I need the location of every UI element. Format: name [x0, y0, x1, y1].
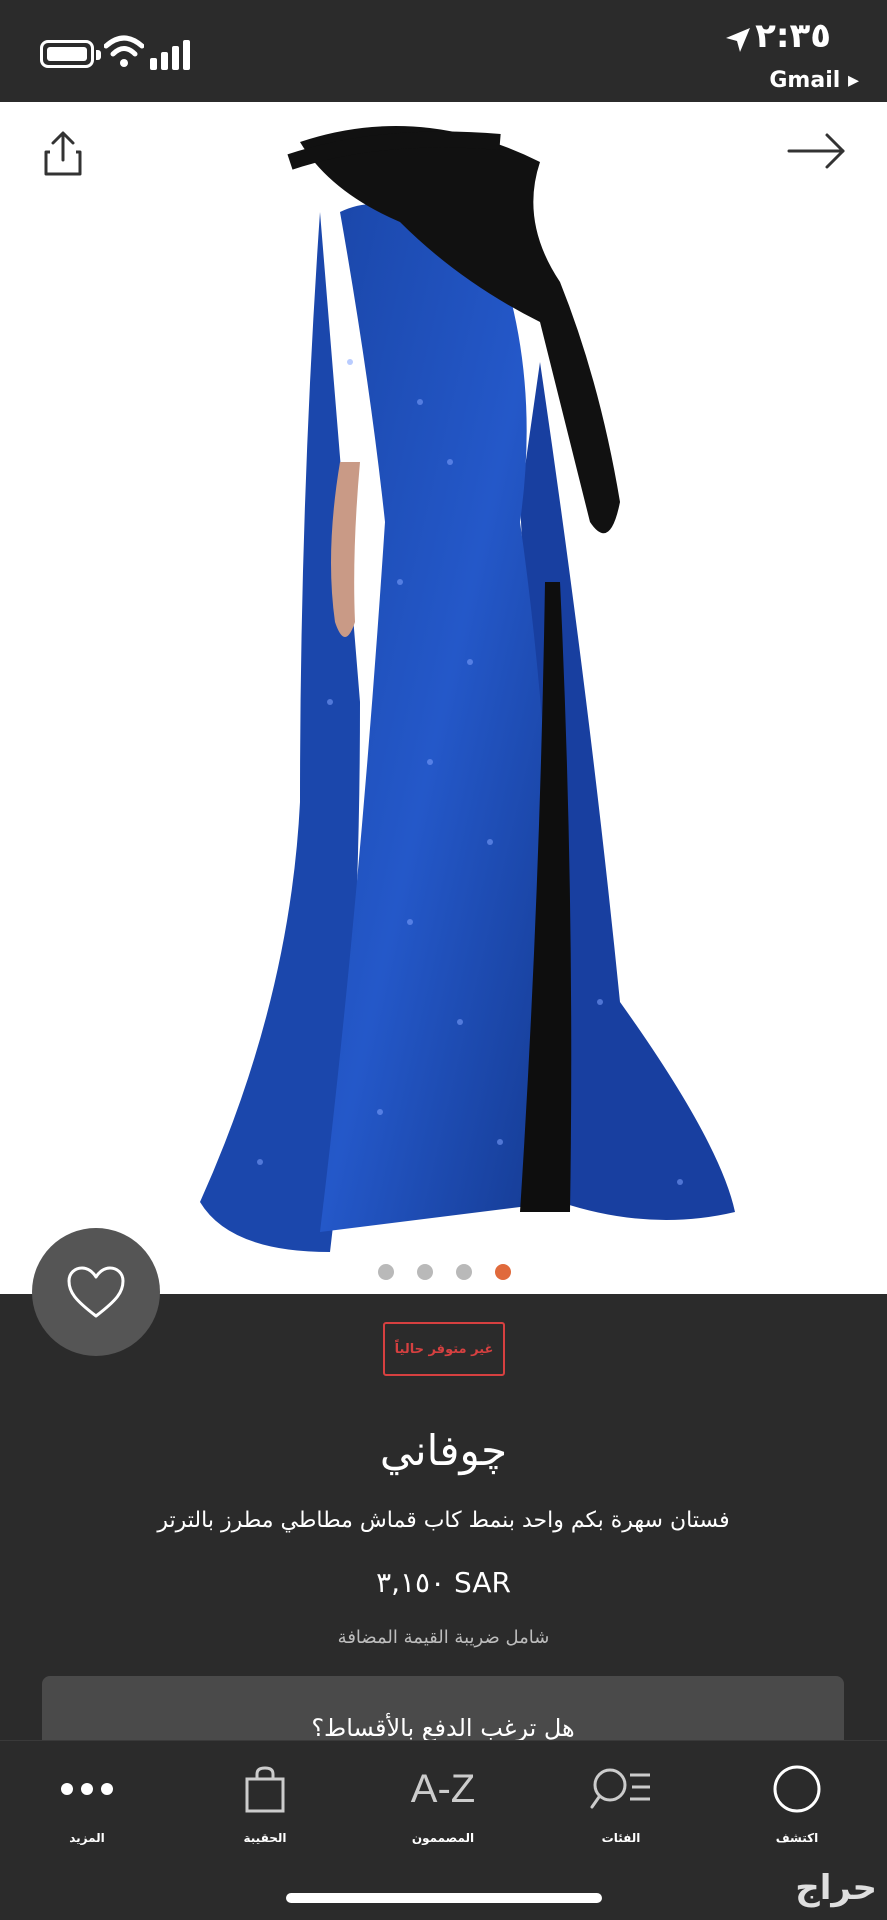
tab-label: المصممون — [411, 1831, 475, 1845]
tab-bag[interactable]: الحقيبة — [190, 1741, 340, 1871]
tab-label: الحقيبة — [243, 1831, 287, 1845]
more-dots-icon — [12, 1759, 162, 1819]
discover-circle-icon — [722, 1759, 872, 1819]
availability-badge: غير متوفر حالياً — [383, 1322, 505, 1376]
wifi-icon — [104, 35, 144, 67]
home-indicator[interactable] — [286, 1893, 602, 1903]
product-price: ٣,١٥٠ SAR — [376, 1566, 511, 1599]
product-page: ٢:٣٥ Gmail ▸ غير متوفر حالياً چوفاني فست… — [0, 0, 887, 1920]
status-time: ٢:٣٥ — [755, 16, 831, 56]
pager-dot-active[interactable] — [495, 1264, 511, 1280]
image-pager[interactable] — [370, 1264, 520, 1284]
back-to-app-link[interactable]: Gmail ▸ — [769, 68, 859, 93]
tab-categories[interactable]: الفئات — [546, 1741, 696, 1871]
battery-icon — [40, 40, 101, 68]
brand-name[interactable]: چوفاني — [0, 1426, 887, 1475]
categories-search-icon — [546, 1759, 696, 1819]
pager-dot[interactable] — [378, 1264, 394, 1280]
product-description: فستان سهرة بكم واحد بنمط كاب قماش مطاطي … — [157, 1508, 730, 1533]
forward-arrow-icon[interactable] — [785, 126, 849, 176]
status-bar: ٢:٣٥ Gmail ▸ — [0, 0, 887, 102]
product-image-gallery[interactable] — [0, 102, 887, 1294]
location-arrow-icon — [726, 28, 750, 52]
product-image — [200, 126, 735, 1252]
tab-more[interactable]: المزيد — [12, 1741, 162, 1871]
tab-label: المزيد — [69, 1831, 105, 1845]
pager-dot[interactable] — [456, 1264, 472, 1280]
tab-discover[interactable]: اكتشف — [722, 1741, 872, 1871]
heart-icon — [67, 1266, 125, 1318]
share-icon[interactable] — [38, 128, 88, 178]
tab-label: اكتشف — [775, 1831, 819, 1845]
tab-label: الفئات — [601, 1831, 641, 1845]
pager-dot[interactable] — [417, 1264, 433, 1280]
a-z-icon: A-Z — [410, 1766, 476, 1811]
favorite-button[interactable] — [32, 1228, 160, 1356]
bag-icon — [190, 1759, 340, 1819]
signal-icon — [150, 40, 190, 70]
vat-note: شامل ضريبة القيمة المضافة — [337, 1627, 550, 1648]
tab-designers[interactable]: A-Z المصممون — [368, 1741, 518, 1871]
haraj-watermark: حراج — [795, 1868, 877, 1908]
